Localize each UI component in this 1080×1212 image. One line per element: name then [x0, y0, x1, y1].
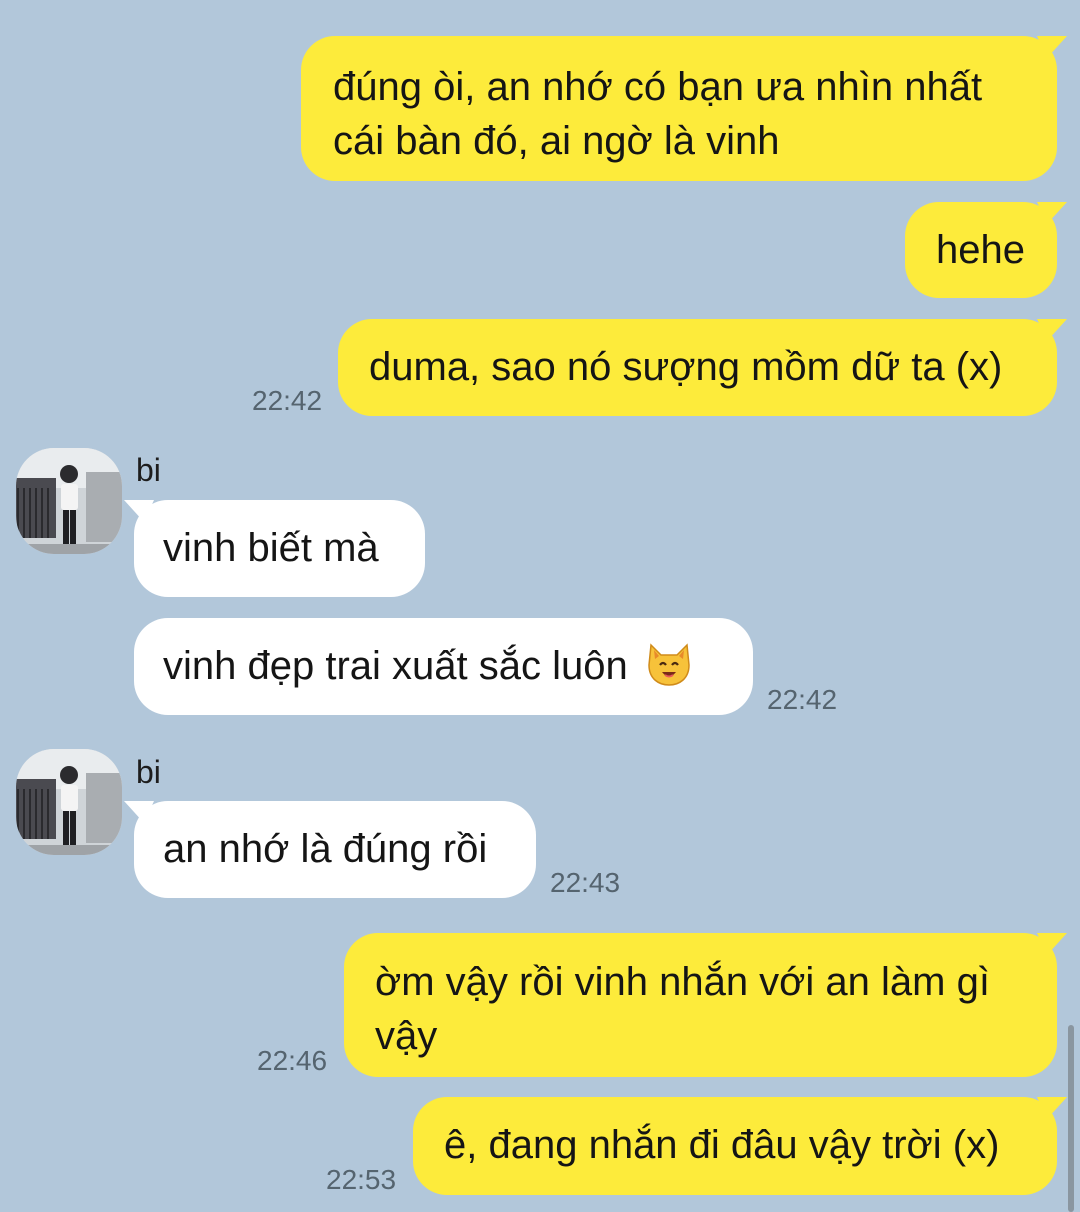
received-message-bubble[interactable]: vinh biết mà: [124, 500, 425, 597]
bubble-tail-icon: [124, 801, 154, 823]
message-text-line: đúng òi, an nhớ có bạn ưa nhìn nhất: [333, 65, 983, 109]
cat-face-icon: [648, 643, 690, 686]
bubble-tail-icon: [1037, 202, 1067, 224]
message-text-line: vậy: [375, 1014, 438, 1058]
message-timestamp: 22:42: [252, 385, 323, 416]
message-text: ê, đang nhắn đi đâu vậy trời (x): [444, 1123, 1000, 1167]
sender-name: bi: [136, 452, 161, 488]
sent-message-bubble[interactable]: ờm vậy rồi vinh nhắn với an làm gì vậy: [344, 933, 1067, 1077]
contact-avatar[interactable]: [16, 448, 122, 554]
message-text: vinh đẹp trai xuất sắc luôn: [163, 644, 628, 688]
message-text-line: cái bàn đó, ai ngờ là vinh: [333, 119, 780, 163]
person-photo-icon: [16, 749, 122, 855]
sent-message-bubble[interactable]: đúng òi, an nhớ có bạn ưa nhìn nhất cái …: [301, 36, 1067, 181]
message-text: an nhớ là đúng rồi: [163, 827, 488, 871]
message-timestamp: 22:43: [550, 867, 621, 898]
bubble-tail-icon: [1037, 933, 1067, 955]
message-text-line: ờm vậy rồi vinh nhắn với an làm gì: [375, 960, 990, 1004]
contact-avatar[interactable]: [16, 749, 122, 855]
sent-message-bubble[interactable]: ê, đang nhắn đi đâu vậy trời (x): [413, 1097, 1067, 1195]
received-message-bubble[interactable]: vinh đẹp trai xuất sắc luôn: [134, 618, 753, 715]
message-timestamp: 22:42: [767, 684, 838, 715]
sent-message-bubble[interactable]: duma, sao nó sượng mồm dữ ta (x): [338, 319, 1067, 416]
sender-name: bi: [136, 754, 161, 790]
message-text: hehe: [936, 228, 1025, 272]
received-message-bubble[interactable]: an nhớ là đúng rồi: [124, 801, 536, 898]
scrollbar[interactable]: [1068, 1025, 1074, 1212]
bubble-tail-icon: [124, 500, 154, 522]
bubble-tail-icon: [1037, 319, 1067, 341]
bubble-tail-icon: [1037, 1097, 1067, 1119]
message-timestamp: 22:46: [257, 1045, 328, 1076]
sent-message-bubble[interactable]: hehe: [905, 202, 1067, 298]
person-photo-icon: [16, 448, 122, 554]
message-text: duma, sao nó sượng mồm dữ ta (x): [369, 345, 1003, 389]
bubble-tail-icon: [1037, 36, 1067, 58]
message-text: vinh biết mà: [163, 526, 379, 570]
message-timestamp: 22:53: [326, 1164, 397, 1195]
chat-thread[interactable]: đúng òi, an nhớ có bạn ưa nhìn nhất cái …: [0, 0, 1080, 1212]
